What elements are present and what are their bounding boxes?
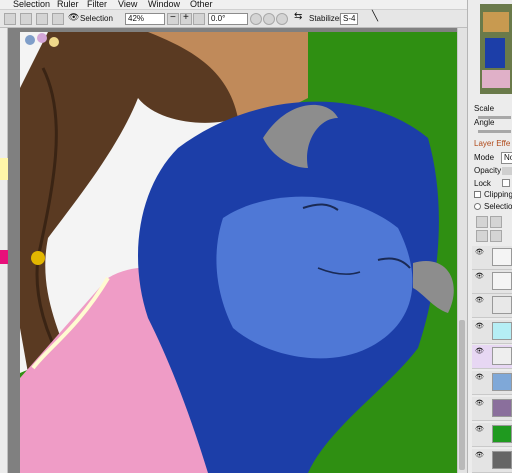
flip-horizontal-icon[interactable]: ⇆ xyxy=(294,11,302,22)
layer-thumbnail xyxy=(492,248,512,266)
menu-view[interactable]: View xyxy=(118,0,137,9)
layer-row[interactable]: 👁 xyxy=(472,449,512,473)
layer-thumbnail xyxy=(492,347,512,365)
zoom-in-button[interactable]: + xyxy=(180,12,192,25)
line-tool-icon[interactable]: ╲ xyxy=(372,11,378,22)
deselect-button[interactable] xyxy=(4,13,16,25)
toolbar: 👁 Selection 42% − + 0.0° ⇆ Stabilizer S-… xyxy=(0,10,512,28)
layer-thumbnail xyxy=(492,399,512,417)
layer-row[interactable]: 👁 xyxy=(472,270,512,294)
rotate-reset-icon[interactable] xyxy=(276,13,288,25)
eye-icon[interactable]: 👁 xyxy=(475,425,484,433)
opacity-label: Opacity xyxy=(474,166,502,175)
lock-label: Lock xyxy=(474,179,491,188)
rotate-left-icon[interactable] xyxy=(250,13,262,25)
zoom-out-button[interactable]: − xyxy=(167,12,179,25)
layer-effects-label[interactable]: Layer Effe xyxy=(474,139,510,148)
hair-tie xyxy=(31,251,45,265)
scrollbar-thumb[interactable] xyxy=(459,320,465,470)
zoom-field[interactable]: 42% xyxy=(125,13,165,25)
mode-label: Mode xyxy=(474,153,495,162)
layer-row[interactable]: 👁 xyxy=(472,371,512,395)
eye-icon[interactable]: 👁 xyxy=(475,451,484,459)
layer-thumbnail xyxy=(492,322,512,340)
lock-checkbox[interactable] xyxy=(502,179,510,187)
left-tool-strip xyxy=(0,28,8,473)
eye-icon[interactable]: 👁 xyxy=(475,272,484,280)
layer-thumbnail xyxy=(492,296,512,314)
eye-icon[interactable]: 👁 xyxy=(475,347,484,355)
sticker-1 xyxy=(25,35,35,45)
stabilizer-label: Stabilizer xyxy=(309,14,342,23)
preview-patch-1 xyxy=(483,12,509,32)
rotation-field[interactable]: 0.0° xyxy=(208,13,248,25)
face-blue xyxy=(216,196,413,359)
color-swatch-magenta[interactable] xyxy=(0,250,8,264)
selection-toggle-label[interactable]: Selection xyxy=(80,14,113,23)
angle-slider[interactable] xyxy=(478,130,511,133)
preview-patch-3 xyxy=(482,70,510,88)
layer-row[interactable]: 👁 xyxy=(472,423,512,447)
menu-bar: Selection Ruler Filter View Window Other xyxy=(0,0,512,10)
clipping-checkbox[interactable] xyxy=(474,191,481,198)
menu-window[interactable]: Window xyxy=(148,0,180,9)
eye-icon[interactable]: 👁 xyxy=(68,12,79,23)
menu-filter[interactable]: Filter xyxy=(87,0,107,9)
navigator-preview[interactable] xyxy=(480,4,512,94)
layer-thumbnail xyxy=(492,425,512,443)
mode-select[interactable]: No xyxy=(501,152,512,164)
menu-other[interactable]: Other xyxy=(190,0,213,9)
menu-selection[interactable]: Selection xyxy=(13,0,50,9)
delete-layer-icon[interactable] xyxy=(490,230,502,242)
layer-thumbnail xyxy=(492,451,512,469)
eye-icon[interactable]: 👁 xyxy=(475,399,484,407)
color-swatch-yellow[interactable] xyxy=(0,158,8,180)
eye-icon[interactable]: 👁 xyxy=(475,373,484,381)
rotate-right-icon[interactable] xyxy=(263,13,275,25)
layer-row[interactable]: 👁 xyxy=(472,320,512,344)
menu-ruler[interactable]: Ruler xyxy=(57,0,79,9)
stabilizer-field[interactable]: S-4 xyxy=(340,13,358,25)
drawing-canvas[interactable] xyxy=(8,28,466,473)
clear-button[interactable] xyxy=(36,13,48,25)
layer-row[interactable]: 👁 xyxy=(472,345,512,369)
selection-source-radio[interactable] xyxy=(474,203,481,210)
sticker-3 xyxy=(49,37,59,47)
add-layer-icon[interactable] xyxy=(476,230,488,242)
eye-icon[interactable]: 👁 xyxy=(475,322,484,330)
new-layer-icon[interactable] xyxy=(476,216,488,228)
layer-thumbnail xyxy=(492,373,512,391)
opacity-slider[interactable] xyxy=(502,167,512,175)
selection-source-label: Selectio xyxy=(484,202,512,211)
sticker-2 xyxy=(37,33,47,43)
angle-label: Angle xyxy=(474,118,495,127)
new-layer-folder-icon[interactable] xyxy=(490,216,502,228)
eye-icon[interactable]: 👁 xyxy=(475,248,484,256)
scale-label: Scale xyxy=(474,104,495,113)
layer-row[interactable]: 👁 xyxy=(472,397,512,421)
invert-selection-button[interactable] xyxy=(20,13,32,25)
clipping-label: Clipping xyxy=(484,190,512,199)
preview-patch-2 xyxy=(485,38,505,68)
layer-thumbnail xyxy=(492,272,512,290)
layer-row[interactable]: 👁 xyxy=(472,246,512,270)
zoom-fit-button[interactable] xyxy=(193,13,205,25)
artwork xyxy=(8,28,466,473)
layer-row[interactable]: 👁 xyxy=(472,294,512,318)
eye-icon[interactable]: 👁 xyxy=(475,296,484,304)
fill-button[interactable] xyxy=(52,13,64,25)
